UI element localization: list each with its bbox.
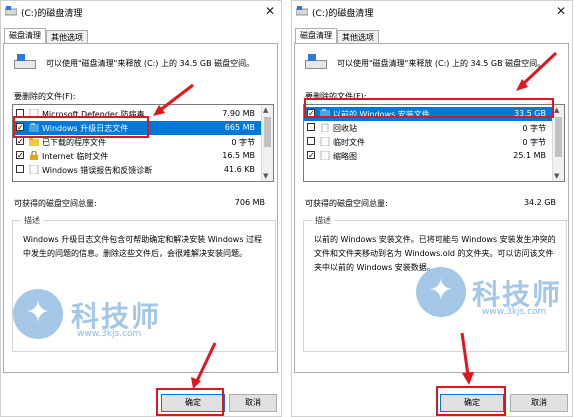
recycle-bin-icon [321, 123, 329, 132]
disk-cleanup-dialog-right: (C:)的磁盘清理 ✕ 磁盘清理 其他选项 可以使用"磁盘清理"来释放 (C:) … [291, 0, 573, 417]
files-to-delete-label: 要删除的文件(F): [14, 92, 76, 101]
file-name: 回收站 [333, 124, 357, 133]
intro-text: 可以使用"磁盘清理"来释放 (C:) 上的 34.5 GB 磁盘空间。 [46, 59, 255, 68]
watermark-url: www.3kjs.com [77, 329, 142, 339]
close-button[interactable]: ✕ [265, 4, 275, 18]
drive-icon [305, 54, 327, 70]
scroll-down-icon[interactable]: ▼ [554, 172, 559, 180]
folder-icon [29, 138, 39, 146]
scroll-up-icon[interactable]: ▲ [263, 106, 268, 114]
list-item[interactable]: ✓ Internet 临时文件 16.5 MB [13, 149, 261, 163]
checkbox[interactable] [307, 123, 315, 131]
drive-icon [296, 6, 308, 16]
file-name: Internet 临时文件 [42, 152, 109, 161]
watermark-logo: ✦ [416, 267, 466, 317]
file-size: 7.90 MB [222, 109, 255, 118]
arrow-annotation [153, 83, 194, 116]
scroll-down-icon[interactable]: ▼ [263, 172, 268, 180]
checkbox[interactable]: ✓ [307, 151, 315, 160]
list-item[interactable]: 临时文件 0 字节 [304, 135, 552, 149]
file-icon [29, 165, 39, 174]
close-button[interactable]: ✕ [556, 4, 566, 18]
file-icon [320, 151, 330, 160]
scroll-thumb[interactable] [555, 117, 562, 157]
window-title: (C:)的磁盘清理 [21, 9, 83, 19]
drive-icon [14, 54, 36, 70]
lock-icon [30, 151, 38, 160]
total-space-label: 可获得的磁盘空间总量: [14, 199, 97, 208]
scrollbar[interactable]: ▲ ▼ [261, 105, 273, 181]
drive-icon [5, 6, 17, 16]
file-name: 已下载的程序文件 [42, 138, 106, 147]
file-name: Windows 错误报告和反馈诊断 [42, 166, 153, 175]
highlight-box [13, 116, 149, 138]
file-size: 25.1 MB [513, 151, 546, 160]
description-title: 描述 [312, 215, 334, 226]
file-size: 41.6 KB [223, 165, 255, 174]
tab-bar: 磁盘清理 其他选项 [4, 28, 88, 45]
title-bar: (C:)的磁盘清理 ✕ [1, 1, 281, 23]
checkbox[interactable]: ✓ [16, 137, 24, 146]
arrow-annotation [191, 342, 217, 389]
scroll-thumb[interactable] [264, 117, 271, 147]
watermark-url: www.3kjs.com [482, 307, 547, 317]
cancel-button[interactable]: 取消 [510, 394, 568, 412]
total-space-value: 34.2 GB [523, 198, 556, 207]
file-name: 临时文件 [333, 138, 365, 147]
description-title: 描述 [21, 215, 43, 226]
checkbox[interactable] [307, 137, 315, 145]
watermark-logo: ✦ [13, 289, 63, 339]
file-name: 缩略图 [333, 152, 357, 161]
file-icon [320, 137, 330, 146]
file-size: 0 字节 [231, 138, 255, 147]
cancel-button[interactable]: 取消 [229, 394, 277, 412]
checkbox[interactable]: ✓ [16, 151, 24, 160]
checkbox[interactable] [16, 165, 24, 173]
highlight-box [436, 386, 506, 416]
file-size: 0 字节 [522, 138, 546, 147]
title-bar: (C:)的磁盘清理 ✕ [292, 1, 572, 23]
list-item[interactable]: ✓ 缩略图 25.1 MB [304, 149, 552, 163]
scroll-up-icon[interactable]: ▲ [554, 106, 559, 114]
arrow-annotation [460, 332, 474, 385]
description-text: Windows 升级日志文件包含可帮助确定和解决安装 Windows 过程中发生… [23, 235, 263, 258]
highlight-box [156, 388, 224, 416]
file-size: 0 字节 [522, 124, 546, 133]
highlight-box [304, 98, 554, 118]
list-item[interactable]: Windows 错误报告和反馈诊断 41.6 KB [13, 163, 261, 177]
window-title: (C:)的磁盘清理 [312, 9, 374, 19]
tab-bar: 磁盘清理 其他选项 [295, 28, 379, 45]
list-item[interactable]: 回收站 0 字节 [304, 121, 552, 135]
file-size: 665 MB [224, 123, 255, 132]
arrow-annotation [516, 51, 558, 91]
total-space-label: 可获得的磁盘空间总量: [305, 199, 388, 208]
total-space-value: 706 MB [234, 198, 265, 207]
disk-cleanup-dialog-left: (C:)的磁盘清理 ✕ 磁盘清理 其他选项 可以使用"磁盘清理"来释放 (C:) … [0, 0, 282, 417]
file-size: 16.5 MB [222, 151, 255, 160]
